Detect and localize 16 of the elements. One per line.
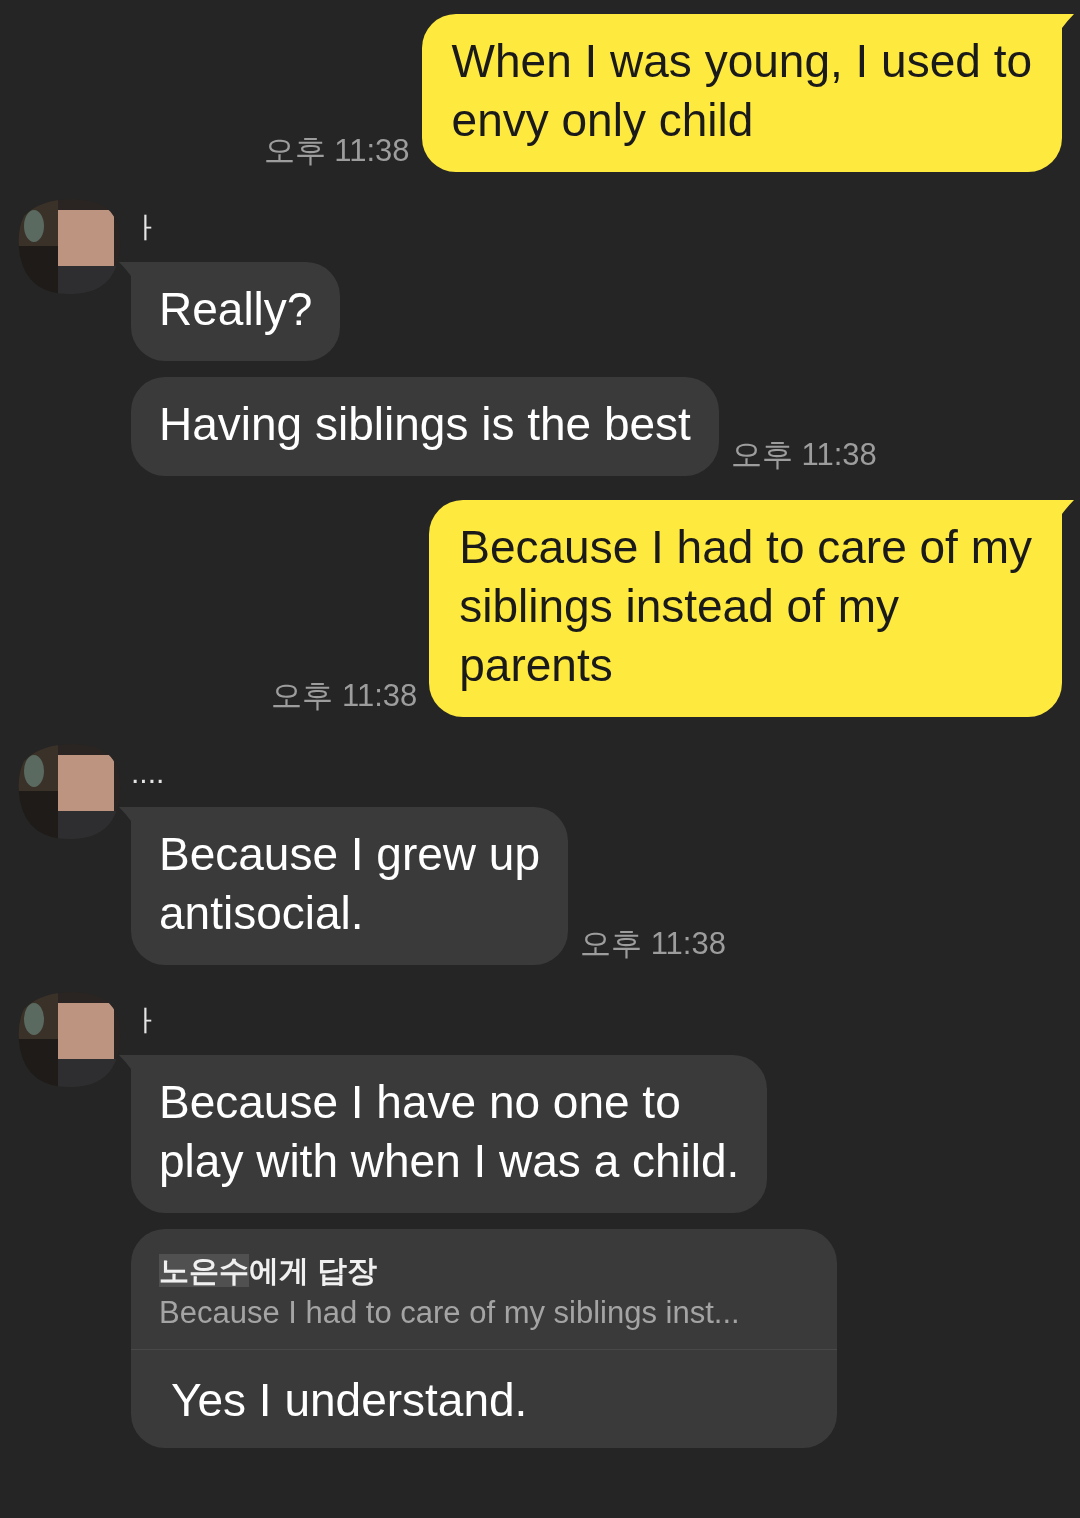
message-time: 오후 11:38 — [263, 135, 410, 170]
bubble-tail-icon — [119, 807, 131, 821]
received-message-bubble: Having siblings is the best — [131, 377, 719, 476]
reply-quote: Because I had to care of my siblings inst... — [159, 1294, 741, 1332]
sender-name: ㅏ — [131, 1003, 162, 1039]
message-time: 오후 11:38 — [271, 680, 418, 715]
bubble-tail-icon — [1062, 500, 1074, 514]
message-time: 오후 11:38 — [730, 439, 877, 474]
message-time: 오후 11:38 — [580, 928, 726, 963]
bubble-tail-icon — [119, 1055, 131, 1069]
sender-name: ㅏ — [131, 210, 162, 246]
message-text: Yes I understand. — [170, 1373, 529, 1428]
bubble-tail-icon — [119, 262, 131, 276]
bubble-tail-icon — [1062, 14, 1074, 28]
reply-header: 노은수에게 답장 — [159, 1253, 379, 1289]
sender-name: .... — [131, 755, 166, 791]
